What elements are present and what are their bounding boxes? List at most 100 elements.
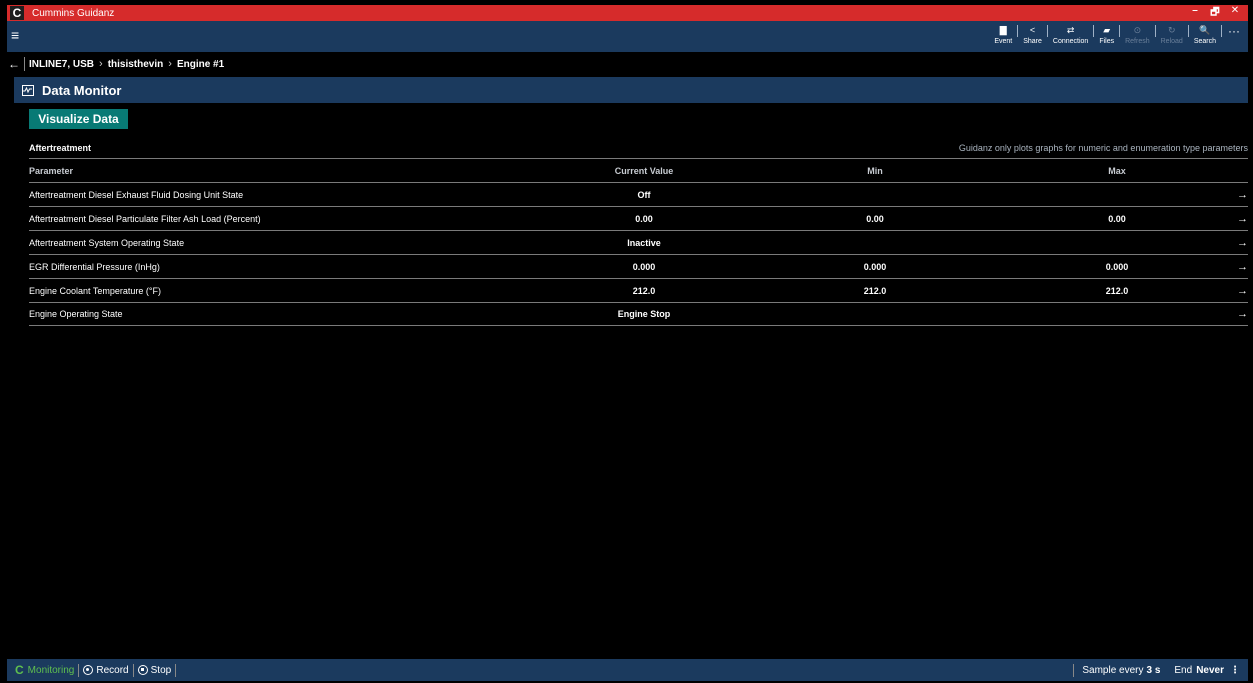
refresh-icon: ⊙ — [1133, 25, 1142, 35]
table-row[interactable]: Aftertreatment Diesel Exhaust Fluid Dosi… — [29, 182, 1248, 206]
current-value: 0.000 — [632, 261, 656, 272]
section-header: Data Monitor — [14, 77, 1248, 103]
stop-label: Stop — [150, 664, 172, 676]
sampling-settings: Sample every 3 s End Never ⋮ — [1069, 663, 1248, 677]
arrow-right-icon[interactable]: → — [1237, 189, 1248, 201]
parameter-name: Engine Coolant Temperature (°F) — [29, 285, 161, 296]
page-title: Data Monitor — [42, 82, 122, 98]
event-button[interactable]: ▇ Event — [989, 24, 1017, 45]
parameter-name: Aftertreatment Diesel Exhaust Fluid Dosi… — [29, 189, 244, 200]
window-controls: – 🗗 ✕ — [1188, 5, 1248, 22]
table-row[interactable]: Engine Operating State Engine Stop → — [29, 302, 1248, 326]
status-bar: C Monitoring Record Stop Sample every 3 … — [7, 659, 1248, 681]
arrow-right-icon[interactable]: → — [1237, 261, 1248, 273]
command-label: Files — [1099, 38, 1115, 45]
parameter-name: Engine Operating State — [29, 309, 123, 319]
hamburger-menu-icon[interactable]: ≡ — [11, 27, 19, 43]
header-current-value: Current Value — [614, 165, 674, 176]
chevron-right-icon: › — [99, 58, 103, 70]
back-arrow-icon[interactable]: ← — [7, 57, 24, 71]
table-row[interactable]: Engine Coolant Temperature (°F) 212.0 212.… — [29, 278, 1248, 302]
min-value: 212.0 — [863, 285, 887, 296]
connection-icon: ⇄ — [1066, 25, 1075, 35]
chevron-right-icon: › — [168, 58, 172, 70]
restore-button[interactable]: 🗗 — [1208, 5, 1222, 22]
search-button[interactable]: 🔍 Search — [1189, 24, 1221, 45]
group-note: Guidanz only plots graphs for numeric an… — [958, 143, 1248, 153]
record-icon — [83, 665, 94, 675]
breadcrumb: ← INLINE7, USB › thisisthevin › Engine #… — [7, 54, 224, 74]
max-value: 0.000 — [1105, 261, 1129, 272]
arrow-right-icon[interactable]: → — [1237, 308, 1248, 320]
arrow-right-icon[interactable]: → — [1237, 213, 1248, 225]
arrow-right-icon[interactable]: → — [1237, 285, 1248, 297]
search-icon: 🔍 — [1199, 25, 1211, 35]
reload-button[interactable]: ↻ Reload — [1156, 24, 1188, 45]
minimize-button[interactable]: – — [1188, 5, 1202, 22]
data-monitor-icon — [22, 84, 34, 96]
min-value: 0.00 — [866, 213, 884, 224]
files-button[interactable]: ▰ Files — [1094, 24, 1119, 45]
command-label: Share — [1023, 38, 1042, 45]
command-label: Search — [1193, 38, 1216, 45]
max-value: 0.00 — [1108, 213, 1126, 224]
share-button[interactable]: < Share — [1018, 24, 1047, 45]
table-row[interactable]: EGR Differential Pressure (InHg) 0.000 0.0… — [29, 254, 1248, 278]
status-divider — [78, 663, 80, 677]
stop-button[interactable]: Stop — [137, 664, 172, 676]
table-row[interactable]: Aftertreatment Diesel Particulate Filter… — [29, 206, 1248, 230]
more-options-icon[interactable]: ··· — [1222, 24, 1244, 38]
share-icon: < — [1029, 25, 1036, 35]
sample-label: Sample every — [1082, 664, 1144, 676]
visualize-data-button[interactable]: Visualize Data — [29, 109, 128, 129]
parameter-name: EGR Differential Pressure (InHg) — [29, 261, 160, 272]
connection-button[interactable]: ⇄ Connection — [1048, 24, 1093, 45]
current-value: 212.0 — [632, 285, 656, 296]
command-label: Event — [994, 38, 1013, 45]
command-items: ▇ Event < Share ⇄ Connection ▰ Files ⊙ Refresh ↻ Re… — [989, 24, 1244, 45]
command-label: Reload — [1160, 38, 1183, 45]
monitoring-label: Monitoring — [27, 664, 75, 676]
app-window: C Cummins Guidanz – 🗗 ✕ ≡ ▇ Event < Share ⇄ C… — [7, 5, 1248, 681]
window-title: Cummins Guidanz — [32, 7, 115, 19]
close-button[interactable]: ✕ — [1228, 5, 1242, 22]
files-icon: ▰ — [1103, 25, 1111, 35]
table-header-row: Parameter Current Value Min Max — [29, 158, 1248, 182]
table-row[interactable]: Aftertreatment System Operating State Ina… — [29, 230, 1248, 254]
status-divider — [175, 663, 177, 677]
header-max: Max — [1108, 165, 1126, 176]
pulse-icon — [23, 86, 32, 93]
status-divider — [132, 663, 134, 677]
arrow-right-icon[interactable]: → — [1237, 237, 1248, 249]
breadcrumb-vehicle[interactable]: thisisthevin — [108, 59, 164, 70]
record-button[interactable]: Record — [83, 664, 129, 676]
record-label: Record — [96, 664, 129, 676]
command-label: Refresh — [1125, 38, 1150, 45]
current-value: 0.00 — [635, 213, 653, 224]
document-icon: ▇ — [999, 25, 1007, 35]
current-value: Off — [637, 189, 651, 200]
min-value: 0.000 — [863, 261, 887, 272]
cummins-logo-icon: C — [10, 6, 24, 20]
end-value[interactable]: Never — [1196, 665, 1224, 676]
max-value: 212.0 — [1105, 285, 1129, 296]
current-value: Engine Stop — [617, 309, 671, 319]
header-parameter: Parameter — [29, 165, 74, 176]
group-title: Aftertreatment — [29, 143, 92, 153]
command-bar: ≡ ▇ Event < Share ⇄ Connection ▰ Files ⊙ Refresh ↻… — [7, 21, 1248, 52]
breadcrumb-engine[interactable]: Engine #1 — [177, 59, 224, 70]
reload-icon: ↻ — [1167, 25, 1176, 35]
kebab-menu-icon[interactable]: ⋮ — [1230, 665, 1240, 676]
sample-interval-value[interactable]: 3 s — [1146, 665, 1160, 676]
group-row: Aftertreatment Guidanz only plots graphs… — [29, 140, 1248, 156]
header-min: Min — [867, 165, 883, 176]
monitoring-status[interactable]: C Monitoring — [15, 663, 74, 677]
title-bar: C Cummins Guidanz – 🗗 ✕ — [7, 5, 1248, 21]
command-label: Connection — [1052, 38, 1089, 45]
end-label: End — [1174, 664, 1193, 676]
parameter-name: Aftertreatment System Operating State — [29, 237, 185, 248]
status-divider — [1073, 663, 1075, 677]
breadcrumb-connection[interactable]: INLINE7, USB — [29, 59, 94, 70]
refresh-button[interactable]: ⊙ Refresh — [1120, 24, 1155, 45]
parameter-name: Aftertreatment Diesel Particulate Filter… — [29, 213, 261, 224]
